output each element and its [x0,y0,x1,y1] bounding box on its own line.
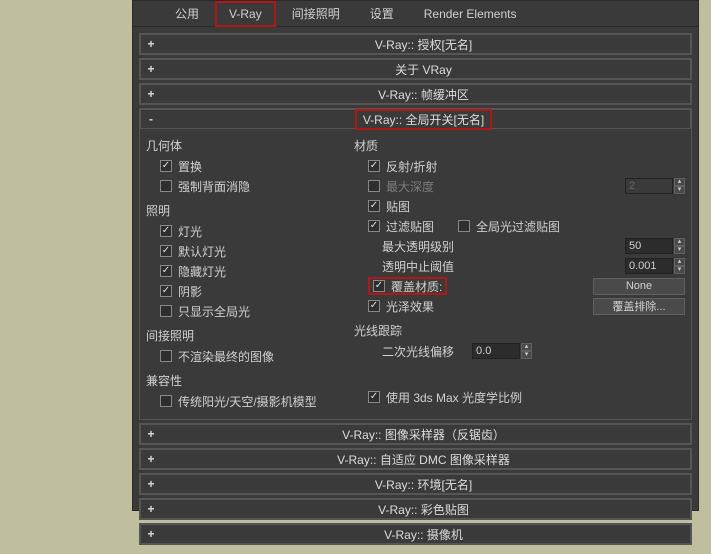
label-force-backface: 强制背面消隐 [178,178,250,195]
rollup-environment[interactable]: + V-Ray:: 环境[无名] [139,473,692,495]
rollup-title: V-Ray:: 环境[无名] [157,476,690,493]
vray-settings-panel: 公用 V-Ray 间接照明 设置 Render Elements + V-Ray… [132,0,699,511]
label-default-lights: 默认灯光 [178,243,226,260]
button-override-material-slot[interactable]: None [593,278,685,295]
spinner-up-icon[interactable]: ▴ [674,238,685,246]
check-shadows[interactable] [160,285,172,297]
label-use-3dsmax-photometric: 使用 3ds Max 光度学比例 [386,389,522,406]
spinner-up-icon[interactable]: ▴ [674,178,685,186]
rollup-title: 关于 VRay [157,61,690,78]
label-lighting: 照明 [146,202,336,219]
expand-icon: + [141,477,157,491]
rollup-dmc-sampler[interactable]: + V-Ray:: 自适应 DMC 图像采样器 [139,448,692,470]
label-filter-maps: 过滤贴图 [386,218,434,235]
label-materials: 材质 [354,137,685,154]
label-no-render-final: 不渲染最终的图像 [178,348,274,365]
check-refl-refr[interactable] [368,160,380,172]
tab-render-elements[interactable]: Render Elements [410,1,531,27]
expand-icon: + [141,527,157,541]
check-use-3dsmax-photometric[interactable] [368,391,380,403]
check-override-mtl[interactable] [373,280,385,292]
tab-bar: 公用 V-Ray 间接照明 设置 Render Elements [133,1,698,27]
spinner-sec-bias[interactable]: ▴▾ [472,343,532,359]
label-override-mtl: 覆盖材质: [391,278,442,295]
check-maps[interactable] [368,200,380,212]
label-raytracing: 光线跟踪 [354,322,685,339]
rollup-title: V-Ray:: 彩色贴图 [157,501,690,518]
check-displacement[interactable] [160,160,172,172]
spinner-max-depth[interactable]: ▴▾ [625,178,685,194]
check-default-lights[interactable] [160,245,172,257]
rollup-title: V-Ray:: 摄像机 [157,526,690,543]
tab-vray[interactable]: V-Ray [215,1,276,27]
spinner-up-icon[interactable]: ▴ [521,343,532,351]
expand-icon: + [141,87,157,101]
label-show-gi-only: 只显示全局光 [178,303,250,320]
expand-icon: + [141,427,157,441]
check-hidden-lights[interactable] [160,265,172,277]
spinner-down-icon[interactable]: ▾ [674,246,685,254]
expand-icon: + [141,62,157,76]
label-geometry: 几何体 [146,137,336,154]
spinner-down-icon[interactable]: ▾ [674,266,685,274]
highlight-override-mtl: 覆盖材质: [368,277,447,295]
button-override-exclude[interactable]: 覆盖排除... [593,298,685,315]
tab-common[interactable]: 公用 [161,0,213,28]
label-compat: 兼容性 [146,372,336,389]
rollup-camera[interactable]: + V-Ray:: 摄像机 [139,523,692,545]
input-max-transp[interactable] [625,238,673,254]
label-max-transp: 最大透明级别 [382,238,454,255]
expand-icon: + [141,452,157,466]
label-glossy: 光泽效果 [386,298,434,315]
check-show-gi-only[interactable] [160,305,172,317]
check-glossy[interactable] [368,300,380,312]
rollup-title: V-Ray:: 全局开关[无名] [355,109,492,130]
check-gi-filter-maps[interactable] [458,220,470,232]
rollup-global-switches: - V-Ray:: 全局开关[无名] 几何体 置换 [139,108,692,420]
tab-gi[interactable]: 间接照明 [278,0,354,28]
rollup-title: V-Ray:: 自适应 DMC 图像采样器 [157,451,690,468]
rollup-color-mapping[interactable]: + V-Ray:: 彩色贴图 [139,498,692,520]
rollup-header-global[interactable]: - V-Ray:: 全局开关[无名] [140,109,691,129]
spinner-max-transp[interactable]: ▴▾ [625,238,685,254]
check-filter-maps[interactable] [368,220,380,232]
rollup-authorization[interactable]: + V-Ray:: 授权[无名] [139,33,692,55]
label-shadows: 阴影 [178,283,202,300]
panel-body: + V-Ray:: 授权[无名] + 关于 VRay + V-Ray:: 帧缓冲… [133,27,698,554]
label-lights: 灯光 [178,223,202,240]
rollup-image-sampler[interactable]: + V-Ray:: 图像采样器（反锯齿） [139,423,692,445]
collapse-icon: - [141,112,157,126]
label-maps: 贴图 [386,198,410,215]
check-force-backface[interactable] [160,180,172,192]
rollup-framebuffer[interactable]: + V-Ray:: 帧缓冲区 [139,83,692,105]
expand-icon: + [141,37,157,51]
label-hidden-lights: 隐藏灯光 [178,263,226,280]
label-max-depth: 最大深度 [386,178,434,195]
expand-icon: + [141,502,157,516]
label-indirect: 间接照明 [146,327,336,344]
check-no-render-final[interactable] [160,350,172,362]
rollup-title: V-Ray:: 授权[无名] [157,36,690,53]
label-sec-bias: 二次光线偏移 [382,343,454,360]
label-refl-refr: 反射/折射 [386,158,437,175]
rollup-title: V-Ray:: 图像采样器（反锯齿） [157,426,690,443]
rollup-title: V-Ray:: 帧缓冲区 [157,86,690,103]
check-legacy-sun[interactable] [160,395,172,407]
input-sec-bias[interactable] [472,343,520,359]
spinner-down-icon[interactable]: ▾ [521,351,532,359]
spinner-up-icon[interactable]: ▴ [674,258,685,266]
check-max-depth[interactable] [368,180,380,192]
tab-settings[interactable]: 设置 [356,0,408,28]
label-displacement: 置换 [178,158,202,175]
input-max-depth[interactable] [625,178,673,194]
rollup-about[interactable]: + 关于 VRay [139,58,692,80]
input-transp-cutoff[interactable] [625,258,673,274]
spinner-down-icon[interactable]: ▾ [674,186,685,194]
label-legacy-sun: 传统阳光/天空/摄影机模型 [178,393,317,410]
check-lights[interactable] [160,225,172,237]
label-gi-filter-maps: 全局光过滤贴图 [476,218,560,235]
label-transp-cutoff: 透明中止阈值 [382,258,454,275]
spinner-transp-cutoff[interactable]: ▴▾ [625,258,685,274]
